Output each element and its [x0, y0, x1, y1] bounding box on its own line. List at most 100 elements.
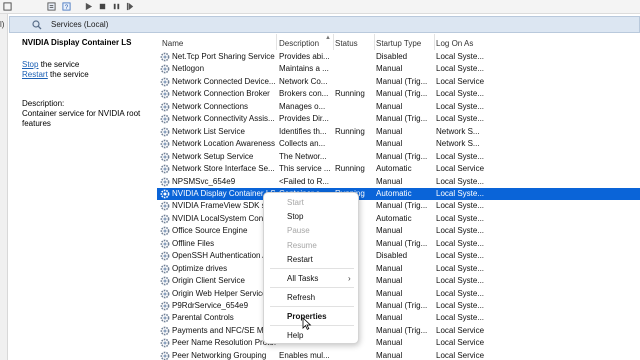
gear-icon	[160, 52, 170, 62]
table-row[interactable]: Network Location Awareness Collects an...…	[157, 138, 640, 150]
play-icon[interactable]	[83, 1, 94, 12]
log-on-as-cell: Local Syste...	[436, 263, 485, 273]
table-row[interactable]: NVIDIA FrameView SDK service Manual (Trig…	[157, 200, 640, 212]
gear-icon	[160, 338, 170, 348]
service-title: NVIDIA Display Container LS	[22, 38, 132, 47]
menu-item-help[interactable]: Help	[287, 331, 303, 340]
table-row[interactable]: Origin Client Service Manual Local Syste..…	[157, 275, 640, 287]
log-on-as-cell: Local Syste...	[436, 251, 485, 261]
table-row[interactable]: NVIDIA LocalSystem Container Automatic Loc…	[157, 213, 640, 225]
column-divider[interactable]	[333, 34, 334, 50]
startup-type-cell: Automatic	[376, 213, 412, 223]
pause-icon[interactable]	[111, 1, 122, 12]
log-on-as-cell: Local Syste...	[436, 89, 485, 99]
table-row[interactable]: Network Connectivity Assis... Provides Di…	[157, 113, 640, 125]
column-header-name[interactable]: Name	[162, 39, 183, 48]
table-row[interactable]: Network Setup Service The Networ... Manual…	[157, 151, 640, 163]
table-row[interactable]: Network Store Interface Se... This servic…	[157, 163, 640, 175]
table-row[interactable]: Offline Files Manual (Trig... Local Syste.…	[157, 238, 640, 250]
table-row[interactable]: Peer Networking Grouping Enables mul... Ma…	[157, 350, 640, 360]
services-header: Services (Local)	[9, 16, 640, 33]
column-divider[interactable]	[374, 34, 375, 50]
table-row[interactable]: Netlogon Maintains a ... Manual Local Syste…	[157, 63, 640, 75]
table-row[interactable]: Office Source Engine Manual Local Syste...	[157, 225, 640, 237]
gear-icon	[160, 77, 170, 87]
gear-icon	[160, 152, 170, 161]
table-row[interactable]: Network Connections Manages o... Manual Loc…	[157, 101, 640, 113]
startup-type-cell: Manual (Trig...	[376, 325, 428, 335]
startup-type-cell: Manual	[376, 350, 403, 360]
column-divider[interactable]	[276, 34, 277, 50]
startup-type-cell: Manual	[376, 288, 403, 298]
log-on-as-cell: Local Syste...	[436, 238, 485, 248]
table-row[interactable]: Net.Tcp Port Sharing Service Provides abi…	[157, 51, 640, 63]
startup-type-cell: Manual (Trig...	[376, 201, 428, 211]
startup-type-cell: Manual	[376, 101, 403, 111]
menu-item-start[interactable]: Start	[287, 198, 304, 207]
table-row[interactable]: Network Connected Device... Network Co...…	[157, 76, 640, 88]
log-on-as-cell: Local Service	[436, 338, 485, 348]
gear-icon	[160, 314, 170, 323]
gear-icon	[160, 289, 170, 298]
description-cell: Identifies th...	[279, 126, 327, 136]
column-divider[interactable]	[434, 34, 435, 50]
log-on-as-cell: Local Syste...	[436, 188, 485, 198]
help-icon[interactable]: ?	[61, 1, 72, 12]
table-row[interactable]: Peer Name Resolution Proto... Manual Local…	[157, 337, 640, 349]
sort-up-icon: ▲	[325, 35, 331, 41]
log-on-as-cell: Local Syste...	[436, 176, 485, 186]
startup-type-cell: Manual	[376, 126, 403, 136]
stop-icon[interactable]	[97, 1, 108, 12]
description-cell: Maintains a ...	[279, 64, 329, 74]
restart-suffix: the service	[47, 70, 89, 79]
menu-item-resume[interactable]: Resume	[287, 241, 317, 250]
table-row[interactable]: Payments and NFC/SE Manager Manual (Trig.…	[157, 325, 640, 337]
description-cell: Enables mul...	[279, 350, 330, 360]
services-list[interactable]: Name ▲ Description Status Startup Type L…	[157, 34, 640, 360]
description-cell: <Failed to R...	[279, 176, 330, 186]
gear-icon	[160, 65, 170, 74]
restart-action: Restart the service	[22, 70, 89, 79]
log-on-as-cell: Local Syste...	[436, 52, 485, 61]
gear-icon	[160, 127, 170, 137]
table-row[interactable]: Network Connection Broker Brokers con... R…	[157, 88, 640, 100]
name-cell: Origin Web Helper Service	[172, 288, 267, 298]
restart-link[interactable]: Restart	[22, 70, 48, 79]
menu-item-all-tasks[interactable]: All Tasks	[287, 274, 318, 283]
startup-type-cell: Automatic	[376, 164, 412, 174]
name-cell: Offline Files	[172, 238, 215, 248]
column-header-description[interactable]: Description	[279, 39, 319, 48]
back-icon[interactable]	[2, 1, 13, 12]
name-cell: Peer Name Resolution Proto...	[172, 338, 276, 348]
console-tree-strip: l)	[0, 14, 8, 360]
menu-separator	[270, 306, 354, 307]
status-cell: Running	[335, 164, 365, 174]
log-on-as-cell: Local Service	[436, 350, 485, 360]
column-header-startup-type[interactable]: Startup Type	[376, 39, 421, 48]
menu-item-stop[interactable]: Stop	[287, 212, 303, 221]
table-row[interactable]: Origin Web Helper Service Manual Local Sys…	[157, 288, 640, 300]
menu-item-pause[interactable]: Pause	[287, 226, 310, 235]
gear-icon	[160, 164, 170, 174]
column-header-status[interactable]: Status	[335, 39, 358, 48]
stop-link[interactable]: Stop	[22, 60, 38, 69]
log-on-as-cell: Local Syste...	[436, 301, 485, 310]
table-row[interactable]: P9RdrService_654e9 Manual (Trig... Local S…	[157, 300, 640, 312]
gear-icon	[160, 301, 170, 311]
properties-icon[interactable]	[46, 1, 57, 12]
name-cell: NPSMSvc_654e9	[172, 176, 236, 186]
gear-icon	[160, 276, 170, 286]
restart-icon[interactable]	[125, 1, 136, 12]
column-header-log-on-as[interactable]: Log On As	[436, 39, 473, 48]
menu-item-refresh[interactable]: Refresh	[287, 293, 315, 302]
gear-icon	[160, 102, 170, 112]
table-row[interactable]: Optimize drives Manual Local Syste...	[157, 263, 640, 275]
table-row[interactable]: NPSMSvc_654e9 <Failed to R... Manual Local …	[157, 176, 640, 188]
name-cell: Network List Service	[172, 126, 245, 136]
menu-item-restart[interactable]: Restart	[287, 255, 313, 264]
table-row[interactable]: NVIDIA Display Container LSContainer s..…	[157, 187, 640, 200]
log-on-as-cell: Network S...	[436, 139, 480, 149]
table-row[interactable]: OpenSSH Authentication Agent Disabled Loca…	[157, 250, 640, 262]
table-row[interactable]: Parental Controls Manual Local Syste...	[157, 312, 640, 324]
table-row[interactable]: Network List Service Identifies th... Runn…	[157, 126, 640, 138]
